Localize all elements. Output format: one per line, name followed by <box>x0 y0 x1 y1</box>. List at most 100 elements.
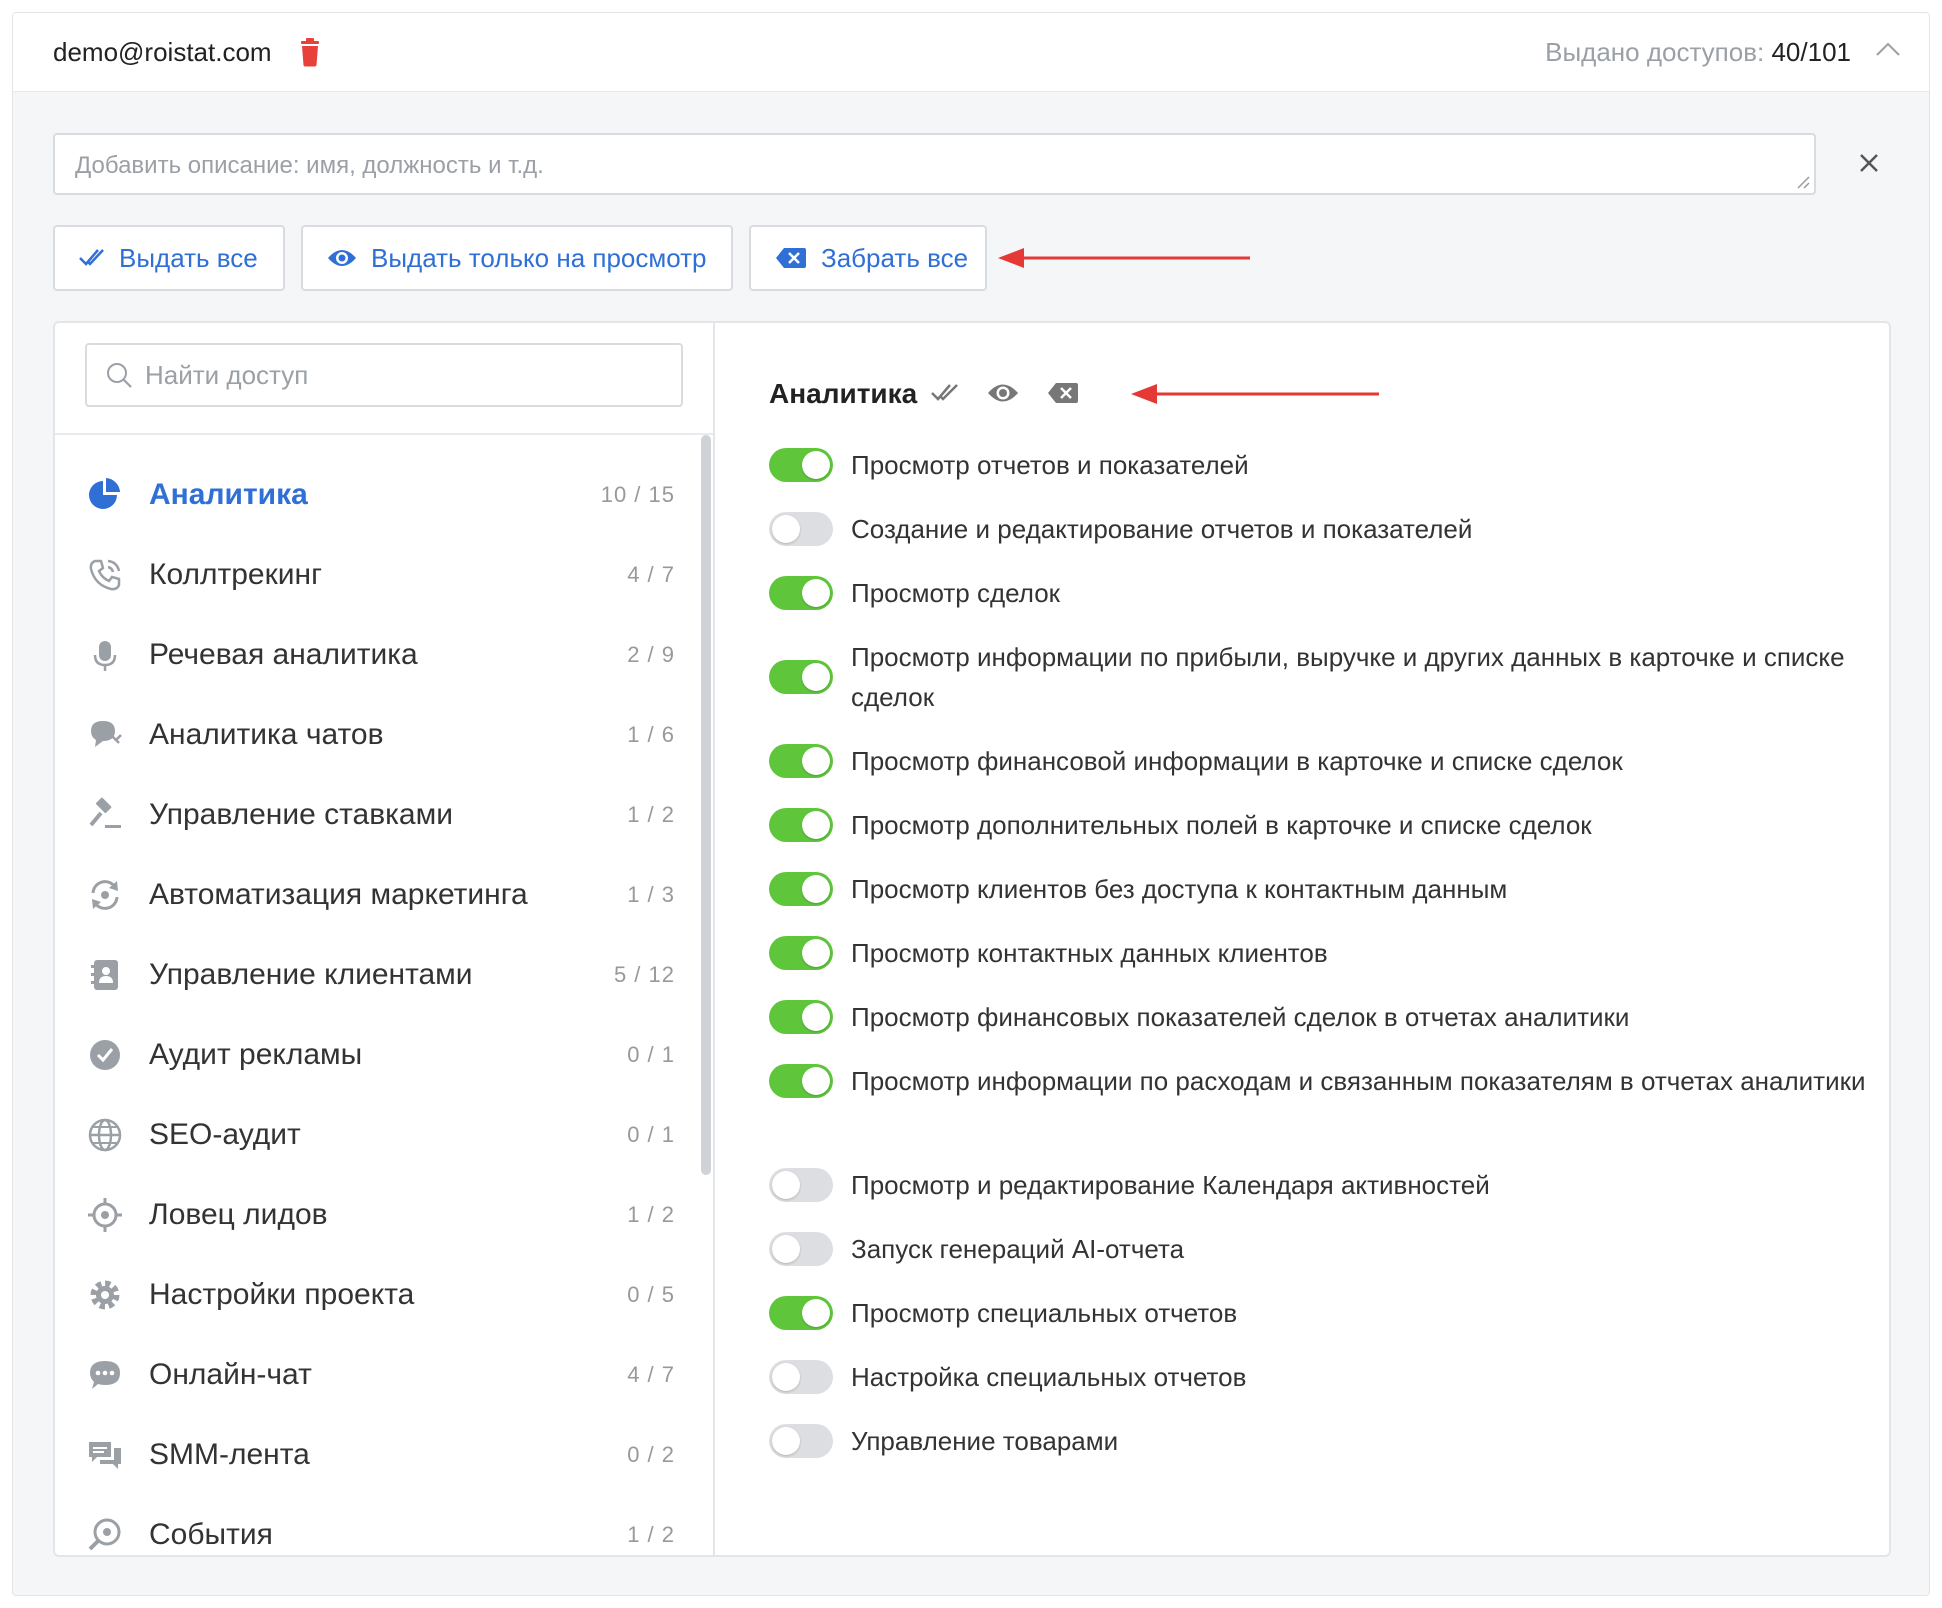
description-placeholder: Добавить описание: имя, должность и т.д. <box>75 152 544 179</box>
permission-row: Просмотр специальных отчетов <box>769 1293 1879 1333</box>
permission-label: Просмотр специальных отчетов <box>851 1298 1238 1328</box>
sidebar-item-analytics[interactable]: Аналитика 10 / 15 <box>85 465 675 525</box>
sidebar-item-lead-catcher[interactable]: Ловец лидов 1 / 2 <box>85 1185 675 1245</box>
sidebar-item-label: Онлайн-чат <box>149 1358 312 1391</box>
sidebar-scrollbar[interactable] <box>701 435 711 1175</box>
toggle-knob <box>802 663 830 691</box>
toggle-knob <box>772 1427 800 1455</box>
close-icon[interactable] <box>1856 150 1882 176</box>
permission-label: Просмотр финансовой информации в карточк… <box>851 746 1623 776</box>
permission-toggle[interactable] <box>769 1168 833 1202</box>
search-input[interactable]: Найти доступ <box>85 343 683 407</box>
microphone-icon <box>85 635 125 675</box>
chat-analytics-icon <box>85 715 125 755</box>
sidebar-item-count: 1 / 3 <box>627 882 675 907</box>
sidebar-item-label: События <box>149 1518 273 1551</box>
sidebar-item-online-chat[interactable]: Онлайн-чат 4 / 7 <box>85 1345 675 1405</box>
search-icon <box>107 363 132 388</box>
toggle-knob <box>802 811 830 839</box>
eye-icon[interactable] <box>987 381 1019 405</box>
search-placeholder: Найти доступ <box>145 359 309 390</box>
permission-label: Просмотр сделок <box>851 578 1061 608</box>
card-header[interactable]: demo@roistat.com Выдано доступов: 40/101 <box>13 13 1929 92</box>
sidebar-item-bid-management[interactable]: Управление ставками 1 / 2 <box>85 785 675 845</box>
sidebar-item-smm-feed[interactable]: SMM-лента 0 / 2 <box>85 1425 675 1485</box>
sidebar-item-count: 10 / 15 <box>600 482 675 507</box>
permission-toggle[interactable] <box>769 1424 833 1458</box>
sidebar-item-count: 4 / 7 <box>627 562 675 587</box>
resize-handle-icon[interactable] <box>1796 175 1810 189</box>
permission-row: Просмотр отчетов и показателей <box>769 445 1879 485</box>
sidebar-item-label: Коллтрекинг <box>149 558 323 591</box>
section-title: Аналитика <box>769 378 918 409</box>
toggle-knob <box>772 1363 800 1391</box>
sidebar-item-count: 0 / 5 <box>627 1282 675 1307</box>
sidebar-item-count: 2 / 9 <box>627 642 675 667</box>
divider <box>55 433 713 435</box>
permission-label: Создание и редактирование отчетов и пока… <box>851 514 1473 544</box>
permission-label: Просмотр информации по расходам и связан… <box>851 1066 1866 1096</box>
double-check-icon <box>79 249 104 266</box>
permission-toggle[interactable] <box>769 660 833 694</box>
toggle-knob <box>802 747 830 775</box>
permission-toggle[interactable] <box>769 872 833 906</box>
messages-icon <box>85 1435 125 1475</box>
sidebar-item-seo-audit[interactable]: SEO-аудит 0 / 1 <box>85 1105 675 1165</box>
pie-chart-icon <box>85 475 125 515</box>
permission-toggle[interactable] <box>769 1000 833 1034</box>
permission-toggle[interactable] <box>769 576 833 610</box>
grant-view-label: Выдать только на просмотр <box>371 242 707 273</box>
backspace-icon <box>776 248 806 268</box>
sidebar-item-speech-analytics[interactable]: Речевая аналитика 2 / 9 <box>85 625 675 685</box>
permission-row: Просмотр и редактирование Календаря акти… <box>769 1165 1879 1205</box>
double-check-icon[interactable] <box>931 381 959 405</box>
sidebar-item-events[interactable]: События 1 / 2 <box>85 1505 675 1555</box>
toggle-knob <box>772 515 800 543</box>
sidebar-item-label: Настройки проекта <box>149 1278 415 1311</box>
permission-toggle[interactable] <box>769 1064 833 1098</box>
permission-toggle[interactable] <box>769 808 833 842</box>
annotation-arrow-icon <box>1131 384 1379 404</box>
sidebar-item-project-settings[interactable]: Настройки проекта 0 / 5 <box>85 1265 675 1325</box>
toggle-knob <box>802 451 830 479</box>
permission-label: Запуск генераций AI-отчета <box>851 1234 1185 1264</box>
permission-toggle[interactable] <box>769 1232 833 1266</box>
sidebar-item-client-management[interactable]: Управление клиентами 5 / 12 <box>85 945 675 1005</box>
sidebar-item-ad-audit[interactable]: Аудит рекламы 0 / 1 <box>85 1025 675 1085</box>
section-actions <box>931 381 1107 405</box>
sidebar-item-count: 0 / 1 <box>627 1042 675 1067</box>
permission-label: Настройка специальных отчетов <box>851 1362 1247 1392</box>
permission-row: Управление товарами <box>769 1421 1879 1461</box>
sidebar-item-chat-analytics[interactable]: Аналитика чатов 1 / 6 <box>85 705 675 765</box>
category-sidebar: Найти доступ Аналитика 10 / 15 Коллтреки… <box>55 323 715 1555</box>
grant-all-button[interactable]: Выдать все <box>53 225 285 291</box>
chevron-up-icon[interactable] <box>1875 41 1901 57</box>
permission-toggle[interactable] <box>769 1296 833 1330</box>
permission-label: Просмотр информации по прибыли, выручке … <box>851 642 1845 712</box>
trash-icon[interactable] <box>298 37 322 67</box>
sidebar-item-marketing-automation[interactable]: Автоматизация маркетинга 1 / 3 <box>85 865 675 925</box>
permission-toggle[interactable] <box>769 744 833 778</box>
sidebar-item-count: 1 / 2 <box>627 802 675 827</box>
permission-row: Просмотр сделок <box>769 573 1879 613</box>
sidebar-item-label: Управление ставками <box>149 798 453 831</box>
permission-row: Запуск генераций AI-отчета <box>769 1229 1879 1269</box>
permission-toggle[interactable] <box>769 1360 833 1394</box>
permission-label: Просмотр клиентов без доступа к контактн… <box>851 874 1508 904</box>
issued-value: 40/101 <box>1771 37 1851 67</box>
sidebar-item-label: Аналитика чатов <box>149 718 384 751</box>
permission-label: Управление товарами <box>851 1426 1119 1456</box>
description-input[interactable]: Добавить описание: имя, должность и т.д. <box>53 133 1816 195</box>
permission-toggle[interactable] <box>769 512 833 546</box>
sidebar-item-count: 1 / 6 <box>627 722 675 747</box>
revoke-all-label: Забрать все <box>821 242 969 273</box>
backspace-icon[interactable] <box>1047 382 1079 404</box>
permission-toggle[interactable] <box>769 936 833 970</box>
revoke-all-button[interactable]: Забрать все <box>749 225 987 291</box>
toggle-knob <box>802 1003 830 1031</box>
permission-toggle[interactable] <box>769 448 833 482</box>
toggle-knob <box>802 1067 830 1095</box>
sidebar-item-calltracking[interactable]: Коллтрекинг 4 / 7 <box>85 545 675 605</box>
grant-view-only-button[interactable]: Выдать только на просмотр <box>301 225 733 291</box>
sidebar-item-count: 1 / 2 <box>627 1522 675 1547</box>
